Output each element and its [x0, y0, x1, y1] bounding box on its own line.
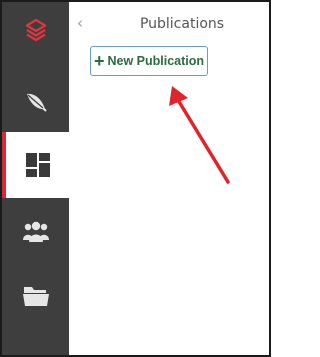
dashboard-icon [25, 153, 50, 177]
publications-panel: ‹ Publications + New Publication [69, 2, 269, 355]
plus-icon: + [93, 51, 105, 71]
users-group-icon [22, 221, 49, 242]
new-publication-button[interactable]: + New Publication [90, 46, 208, 76]
sidebar-item-logo[interactable] [2, 2, 69, 57]
panel-title: Publications [139, 16, 225, 32]
sidebar [2, 2, 69, 355]
app-frame: ‹ Publications + New Publication [0, 0, 271, 357]
sidebar-item-folder[interactable] [2, 266, 69, 326]
feather-icon [26, 93, 47, 112]
app-logo-icon [25, 18, 46, 41]
sidebar-item-dashboard[interactable] [2, 132, 69, 198]
new-publication-label: New Publication [107, 54, 205, 68]
sidebar-item-feather[interactable] [2, 74, 69, 130]
folder-icon [22, 287, 49, 306]
sidebar-item-users[interactable] [2, 202, 69, 262]
collapse-chevron-icon[interactable]: ‹ [77, 14, 83, 32]
